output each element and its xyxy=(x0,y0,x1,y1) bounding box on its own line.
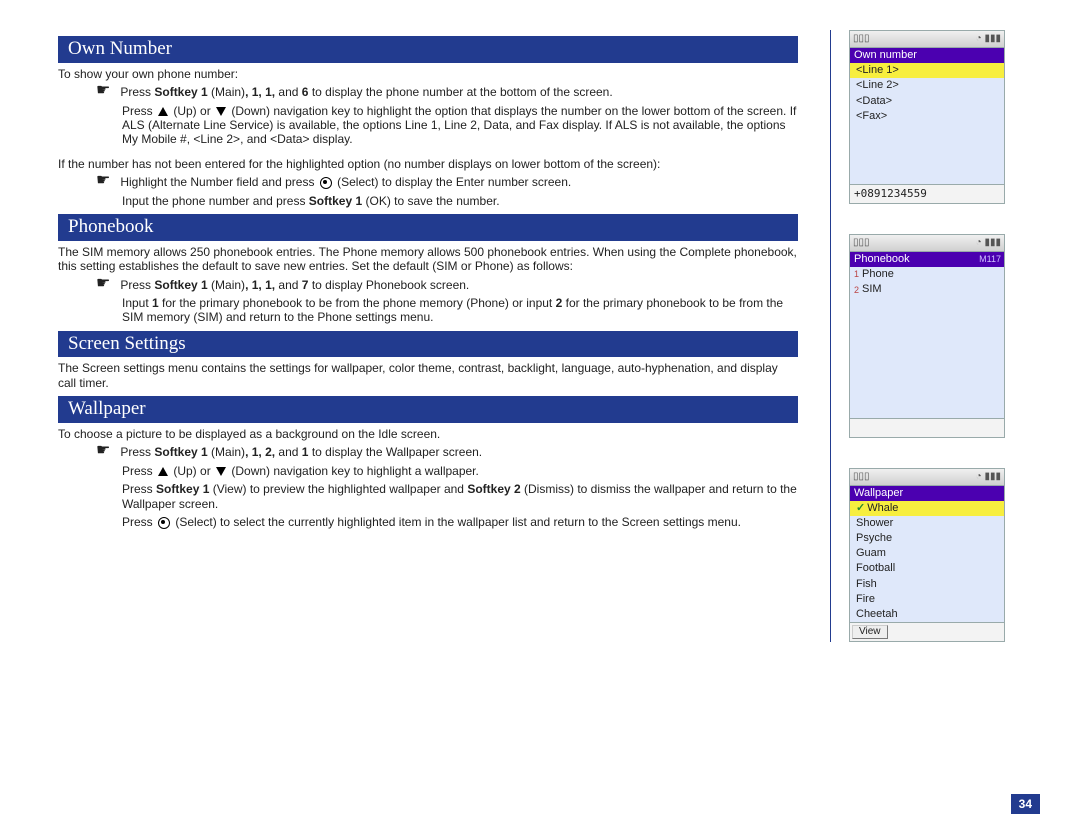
softkey-view: View xyxy=(852,625,888,639)
wallpaper-intro: To choose a picture to be displayed as a… xyxy=(58,427,798,441)
select-key-icon xyxy=(320,177,332,189)
heading-screen-settings: Screen Settings xyxy=(58,331,798,358)
screen-intro: The Screen settings menu contains the se… xyxy=(58,361,798,390)
pointer-icon: ☛ xyxy=(96,277,110,292)
phone-list-item: 1Phone xyxy=(850,267,1004,282)
phone-title: Own number xyxy=(850,48,1004,63)
own-sub-2: Input the phone number and press Softkey… xyxy=(122,194,798,208)
heading-wallpaper: Wallpaper xyxy=(58,396,798,423)
own-para-2: If the number has not been entered for t… xyxy=(58,157,798,171)
phone-list-item: <Line 1> xyxy=(850,63,1004,78)
wall-sub-3: Press (Select) to select the currently h… xyxy=(122,515,798,529)
phone-screenshot-phonebook: ▯▯▯◔ ▮▮▮ PhonebookM117 1Phone 2SIM xyxy=(849,234,1005,438)
phone-list-item: <Fax> xyxy=(850,109,1004,124)
phone-screenshot-wallpaper: ▯▯▯◔ ▮▮▮ Wallpaper ✓Whale Shower Psyche … xyxy=(849,468,1005,643)
phone-list-item: Fire xyxy=(850,592,1004,607)
down-arrow-icon xyxy=(216,467,226,476)
wall-sub-2: Press Softkey 1 (View) to preview the hi… xyxy=(122,482,798,511)
phone-footer: View xyxy=(850,622,1004,641)
up-arrow-icon xyxy=(158,467,168,476)
wall-sub-1: Press (Up) or (Down) navigation key to h… xyxy=(122,464,798,478)
pointer-icon: ☛ xyxy=(96,174,110,189)
pointer-icon: ☛ xyxy=(96,444,110,459)
pbk-bullet-1: ☛ Press Softkey 1 (Main), 1, 1, and 7 to… xyxy=(96,278,798,292)
own-intro: To show your own phone number: xyxy=(58,67,798,81)
phone-status-bar: ▯▯▯◔ ▮▮▮ xyxy=(850,469,1004,486)
down-arrow-icon xyxy=(216,107,226,116)
own-sub-1: Press (Up) or (Down) navigation key to h… xyxy=(122,104,798,147)
own-bullet-1: ☛ Press Softkey 1 (Main), 1, 1, and 6 to… xyxy=(96,85,798,99)
page-number-badge: 34 xyxy=(1011,794,1040,814)
phone-screenshot-own-number: ▯▯▯◔ ▮▮▮ Own number <Line 1> <Line 2> <D… xyxy=(849,30,1005,204)
phone-list-item: Psyche xyxy=(850,531,1004,546)
check-icon: ✓ xyxy=(856,502,865,514)
wall-bullet-1: ☛ Press Softkey 1 (Main), 1, 2, and 1 to… xyxy=(96,445,798,459)
phone-list-item: Guam xyxy=(850,546,1004,561)
up-arrow-icon xyxy=(158,107,168,116)
column-divider xyxy=(830,30,831,642)
heading-own-number: Own Number xyxy=(58,36,798,63)
phone-list-item: Fish xyxy=(850,577,1004,592)
pbk-sub-1: Input 1 for the primary phonebook to be … xyxy=(122,296,798,325)
phone-list-item: 2SIM xyxy=(850,282,1004,297)
pbk-b1-text: Press Softkey 1 (Main), 1, 1, and 7 to d… xyxy=(120,278,798,292)
phonebook-intro: The SIM memory allows 250 phonebook entr… xyxy=(58,245,798,274)
own-b1-text: Press Softkey 1 (Main), 1, 1, and 6 to d… xyxy=(120,85,798,99)
wall-b1-text: Press Softkey 1 (Main), 1, 2, and 1 to d… xyxy=(120,445,798,459)
phone-title: PhonebookM117 xyxy=(850,252,1004,267)
own-bullet-2: ☛ Highlight the Number field and press (… xyxy=(96,175,798,189)
own-b2-text: Highlight the Number field and press (Se… xyxy=(120,175,798,189)
select-key-icon xyxy=(158,517,170,529)
phone-list-item: <Line 2> xyxy=(850,78,1004,93)
phone-footer xyxy=(850,418,1004,437)
phone-title: Wallpaper xyxy=(850,486,1004,501)
phone-status-bar: ▯▯▯◔ ▮▮▮ xyxy=(850,31,1004,48)
phone-list-item: Football xyxy=(850,561,1004,576)
phone-status-bar: ▯▯▯◔ ▮▮▮ xyxy=(850,235,1004,252)
phone-list-item: ✓Whale xyxy=(850,501,1004,516)
heading-phonebook: Phonebook xyxy=(58,214,798,241)
phone-list-item: Cheetah xyxy=(850,607,1004,622)
phone-footer-number: +0891234559 xyxy=(850,184,1004,203)
phone-list-item: Shower xyxy=(850,516,1004,531)
phone-list-item: <Data> xyxy=(850,94,1004,109)
pointer-icon: ☛ xyxy=(96,84,110,99)
